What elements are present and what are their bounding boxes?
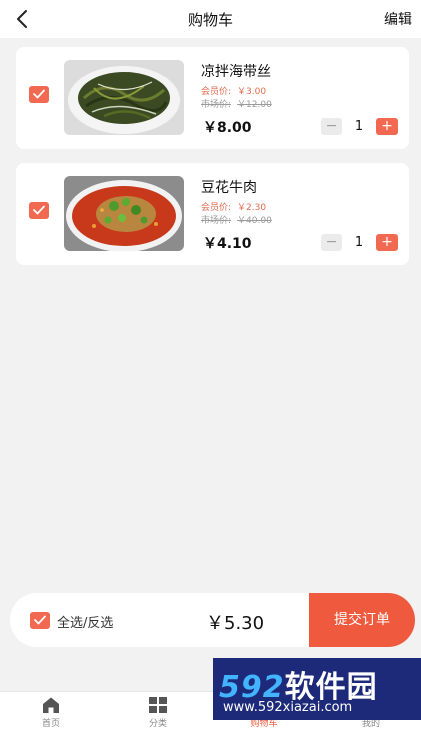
home-icon (43, 697, 59, 713)
tab-home[interactable]: 首页 (16, 696, 86, 729)
watermark-logo: 592软件园 www.592xiazai.com (213, 658, 421, 720)
top-bar: 购物车 编辑 (0, 0, 421, 38)
product-image[interactable] (64, 60, 184, 135)
cart-item: 豆花牛肉 会员价: ￥2.30 市场价: ￥40.00 ￥4.10 − 1 + (16, 163, 409, 265)
member-price: 会员价: ￥3.00 (201, 87, 267, 97)
item-price: ￥4.10 (203, 236, 252, 252)
grid-icon (149, 697, 167, 713)
quantity-value: 1 (354, 235, 364, 250)
market-price: 市场价: ￥12.00 (201, 100, 272, 110)
watermark-url: www.592xiazai.com (223, 700, 353, 715)
product-name: 豆花牛肉 (201, 180, 257, 196)
submit-order-button[interactable]: 提交订单 (309, 593, 415, 647)
market-price: 市场价: ￥40.00 (201, 216, 272, 226)
quantity-value: 1 (354, 119, 364, 134)
item-price: ￥8.00 (203, 120, 252, 136)
checkout-bar: 全选/反选 ￥5.30 提交订单 (10, 593, 415, 647)
page-title: 购物车 (187, 11, 233, 29)
cart-item: 凉拌海带丝 会员价: ￥3.00 市场价: ￥12.00 ￥8.00 − 1 + (16, 47, 409, 149)
product-image[interactable] (64, 176, 184, 251)
tab-label: 首页 (41, 719, 60, 729)
edit-button[interactable]: 编辑 (384, 9, 412, 29)
select-all-checkbox[interactable] (30, 612, 50, 629)
product-name: 凉拌海带丝 (201, 64, 271, 80)
increase-quantity-button[interactable]: + (376, 234, 398, 251)
total-price: ￥5.30 (206, 613, 265, 634)
item-checkbox[interactable] (29, 202, 49, 219)
tab-label: 分类 (148, 719, 167, 729)
decrease-quantity-button[interactable]: − (321, 118, 342, 135)
select-all-label[interactable]: 全选/反选 (57, 612, 113, 631)
member-price: 会员价: ￥2.30 (201, 203, 267, 213)
item-checkbox[interactable] (29, 86, 49, 103)
tab-category[interactable]: 分类 (123, 696, 193, 729)
increase-quantity-button[interactable]: + (376, 118, 398, 135)
decrease-quantity-button[interactable]: − (321, 234, 342, 251)
